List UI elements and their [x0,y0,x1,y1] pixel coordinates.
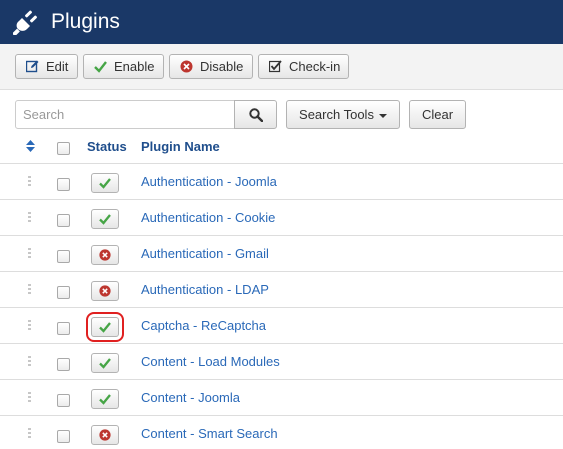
plugin-name-link[interactable]: Captcha - ReCaptcha [141,318,266,333]
plugin-name-link[interactable]: Authentication - Cookie [141,210,275,225]
select-all-checkbox[interactable] [57,142,70,155]
row-checkbox[interactable] [57,250,70,263]
toolbar: Edit Enable Disable Check-in [0,44,563,90]
plugin-name-link[interactable]: Content - Joomla [141,390,240,405]
drag-handle-icon[interactable] [28,392,33,404]
search-tools-label: Search Tools [299,107,374,122]
search-icon [248,107,263,122]
checkin-button[interactable]: Check-in [258,54,349,79]
table-row: Authentication - LDAP [0,272,563,308]
row-checkbox[interactable] [57,430,70,443]
table-row: Content - Joomla [0,380,563,416]
status-enabled-button[interactable] [91,389,119,409]
checkmark-icon [94,61,107,73]
checkin-label: Check-in [289,59,341,74]
plugin-name-link[interactable]: Authentication - Gmail [141,246,269,261]
edit-icon [26,60,39,73]
row-checkbox[interactable] [57,214,70,227]
edit-label: Edit [46,59,69,74]
search-button[interactable] [234,100,277,129]
status-disabled-button[interactable] [91,281,119,301]
drag-handle-icon[interactable] [28,284,33,296]
search-input[interactable] [15,100,235,129]
plugin-table-body: Authentication - Joomla Authentication - … [0,164,563,449]
table-row: Content - Smart Search [0,416,563,449]
table-header: Status Plugin Name [0,128,563,164]
drag-handle-icon[interactable] [28,356,33,368]
row-checkbox[interactable] [57,358,70,371]
disabled-icon [99,285,111,297]
table-row: Authentication - Cookie [0,200,563,236]
clear-button[interactable]: Clear [409,100,466,129]
status-disabled-button[interactable] [91,245,119,265]
table-row: Captcha - ReCaptcha [0,308,563,344]
table-row: Authentication - Gmail [0,236,563,272]
checkmark-icon [99,322,111,333]
status-disabled-button[interactable] [91,425,119,445]
disabled-icon [99,249,111,261]
edit-button[interactable]: Edit [15,54,78,79]
enable-button[interactable]: Enable [83,54,164,79]
plug-icon [13,10,37,35]
plugin-name-link[interactable]: Content - Load Modules [141,354,280,369]
sort-icon[interactable] [26,140,35,152]
disable-button[interactable]: Disable [169,54,253,79]
status-enabled-button[interactable] [91,173,119,193]
disable-icon [180,60,193,73]
checkbox-icon [269,60,282,73]
page-header: Plugins [0,0,563,44]
table-row: Authentication - Joomla [0,164,563,200]
page-title: Plugins [51,10,120,33]
enable-label: Enable [114,59,155,74]
column-header-status[interactable]: Status [87,139,127,154]
drag-handle-icon[interactable] [28,248,33,260]
status-enabled-button[interactable] [91,353,119,373]
checkmark-icon [99,178,111,189]
drag-handle-icon[interactable] [28,428,33,440]
drag-handle-icon[interactable] [28,320,33,332]
checkmark-icon [99,214,111,225]
status-enabled-button[interactable] [86,312,124,342]
disabled-icon [99,429,111,441]
checkmark-icon [99,394,111,405]
row-checkbox[interactable] [57,322,70,335]
status-enabled-button[interactable] [91,209,119,229]
table-row: Content - Load Modules [0,344,563,380]
disable-label: Disable [200,59,244,74]
row-checkbox[interactable] [57,394,70,407]
drag-handle-icon[interactable] [28,176,33,188]
drag-handle-icon[interactable] [28,212,33,224]
search-tools-button[interactable]: Search Tools [286,100,400,129]
plugin-name-link[interactable]: Authentication - Joomla [141,174,277,189]
checkmark-icon [99,358,111,369]
clear-label: Clear [421,107,454,122]
row-checkbox[interactable] [57,178,70,191]
chevron-down-icon [378,113,387,118]
plugin-name-link[interactable]: Content - Smart Search [141,426,278,441]
column-header-plugin-name[interactable]: Plugin Name [141,139,220,154]
plugin-name-link[interactable]: Authentication - LDAP [141,282,269,297]
row-checkbox[interactable] [57,286,70,299]
